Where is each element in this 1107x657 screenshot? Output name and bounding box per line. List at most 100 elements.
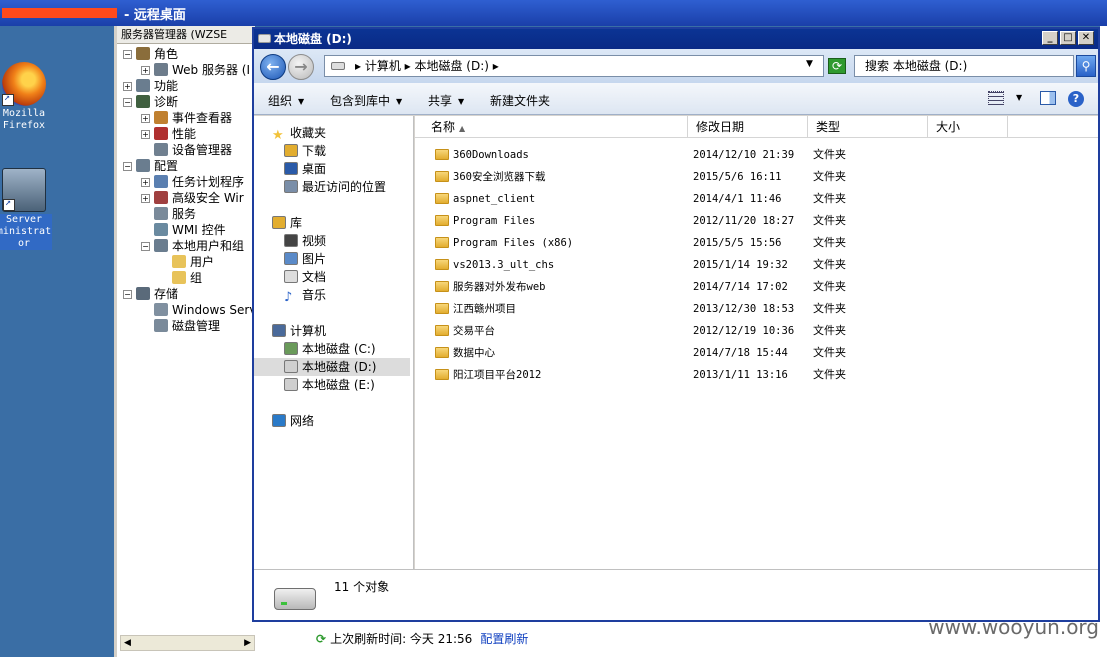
file-type: 文件夹 — [813, 368, 846, 381]
file-row[interactable]: 阳江项目平台2012 2013/1/11 13:16 文件夹 — [415, 364, 1098, 386]
nav-item-pictures[interactable]: 图片 — [284, 250, 326, 268]
remote-desktop-titlebar: - 远程桌面 — [0, 0, 1107, 26]
file-row[interactable]: Program Files 2012/11/20 18:27 文件夹 — [415, 210, 1098, 232]
tree-item[interactable]: 服务 — [141, 206, 196, 222]
nav-item-favorites[interactable]: ★ 收藏夹 — [272, 124, 326, 142]
column-size[interactable]: 大小 — [928, 116, 1008, 138]
help-icon[interactable]: ? — [1068, 91, 1084, 107]
downloads-folder-icon — [284, 144, 298, 157]
minimize-button[interactable]: _ — [1042, 31, 1058, 45]
explorer-titlebar[interactable]: 本地磁盘 (D:) _ □ ✕ — [254, 29, 1098, 49]
tree-item[interactable]: 组 — [159, 270, 202, 286]
folder-icon — [435, 281, 449, 292]
nav-item-label: 视频 — [302, 234, 327, 248]
back-button[interactable]: ← — [260, 54, 286, 80]
file-row[interactable]: 交易平台 2012/12/19 10:36 文件夹 — [415, 320, 1098, 342]
preview-pane-icon[interactable] — [1040, 91, 1056, 105]
collapse-icon[interactable]: − — [123, 162, 132, 171]
address-dropdown-icon[interactable]: ▼ — [806, 59, 813, 69]
file-name: 360Downloads — [453, 149, 529, 161]
file-row[interactable]: vs2013.3_ult_chs 2015/1/14 19:32 文件夹 — [415, 254, 1098, 276]
collapse-icon[interactable]: − — [141, 242, 150, 251]
column-type[interactable]: 类型 — [808, 116, 928, 138]
tree-item[interactable]: + 功能 — [123, 78, 178, 94]
new-folder-button[interactable]: 新建文件夹 — [490, 92, 550, 109]
organize-menu[interactable]: 组织 ▼ — [268, 92, 304, 109]
address-bar[interactable]: ▸ 计算机 ▸ 本地磁盘 (D:) ▸ — [324, 55, 824, 77]
tree-item[interactable]: 磁盘管理 — [141, 318, 220, 334]
file-row[interactable]: aspnet_client 2014/4/1 11:46 文件夹 — [415, 188, 1098, 210]
nav-item-drive-c[interactable]: 本地磁盘 (C:) — [284, 340, 376, 358]
desktop-icon-firefox[interactable]: Mozilla Firefox — [0, 62, 52, 132]
tree-item[interactable]: − 本地用户和组 — [141, 238, 244, 254]
file-row[interactable]: 服务器对外发布web 2014/7/14 17:02 文件夹 — [415, 276, 1098, 298]
nav-item-computer[interactable]: 计算机 — [272, 322, 326, 340]
tree-node-icon — [154, 207, 168, 220]
column-name[interactable]: 名称 ▲ — [415, 116, 688, 138]
tree-item[interactable]: + Web 服务器 (I — [141, 62, 250, 78]
scroll-left-icon[interactable]: ◀ — [124, 638, 131, 648]
column-date[interactable]: 修改日期 — [688, 116, 808, 138]
tree-item[interactable]: 用户 — [159, 254, 214, 270]
expand-icon[interactable]: + — [141, 130, 150, 139]
collapse-icon[interactable]: − — [123, 50, 132, 59]
explorer-window: 本地磁盘 (D:) _ □ ✕ ← → ▸ 计算机 ▸ 本地磁盘 (D:) ▸ … — [252, 27, 1100, 622]
view-options-icon[interactable] — [988, 91, 1004, 105]
expand-icon[interactable]: + — [141, 178, 150, 187]
share-menu[interactable]: 共享 ▼ — [428, 92, 464, 109]
tree-item[interactable]: − 存储 — [123, 286, 178, 302]
tree-item[interactable]: 设备管理器 — [141, 142, 232, 158]
collapse-icon[interactable]: − — [123, 98, 132, 107]
tree-item[interactable]: + 任务计划程序 — [141, 174, 244, 190]
nav-item-network[interactable]: 网络 — [272, 412, 314, 430]
expand-icon[interactable]: + — [141, 194, 150, 203]
tree-node-icon — [154, 175, 168, 188]
nav-item-music[interactable]: ♪ 音乐 — [284, 286, 326, 304]
desktop-icon-server-manager[interactable]: Server ministrat or — [0, 168, 52, 250]
horizontal-scrollbar[interactable]: ◀ ▶ — [120, 635, 255, 651]
search-input[interactable]: 搜索 本地磁盘 (D:) — [854, 55, 1074, 77]
include-in-library-menu[interactable]: 包含到库中 ▼ — [330, 92, 402, 109]
tree-item[interactable]: − 诊断 — [123, 94, 178, 110]
nav-item-downloads[interactable]: 下载 — [284, 142, 326, 160]
file-row[interactable]: 360Downloads 2014/12/10 21:39 文件夹 — [415, 144, 1098, 166]
file-name: vs2013.3_ult_chs — [453, 259, 555, 271]
tree-item[interactable]: Windows Serv — [141, 302, 256, 318]
server-manager-root[interactable]: 服务器管理器 (WZSE — [117, 26, 255, 44]
tree-node-icon — [154, 223, 168, 236]
scroll-right-icon[interactable]: ▶ — [244, 638, 251, 648]
background-window-edge — [1100, 26, 1107, 657]
file-row[interactable]: Program Files (x86) 2015/5/5 15:56 文件夹 — [415, 232, 1098, 254]
refresh-button[interactable]: ⟳ — [828, 58, 846, 74]
tree-node-icon — [136, 47, 150, 60]
file-row[interactable]: 360安全浏览器下载 2015/5/6 16:11 文件夹 — [415, 166, 1098, 188]
favorites-star-icon: ★ — [272, 128, 284, 143]
nav-item-videos[interactable]: 视频 — [284, 232, 326, 250]
tree-item[interactable]: + 性能 — [141, 126, 196, 142]
view-dropdown-icon[interactable]: ▼ — [1016, 93, 1022, 102]
nav-item-recent[interactable]: 最近访问的位置 — [284, 178, 386, 196]
tree-item[interactable]: + 事件查看器 — [141, 110, 232, 126]
maximize-button[interactable]: □ — [1060, 31, 1076, 45]
nav-item-libraries[interactable]: 库 — [272, 214, 302, 232]
window-title: 本地磁盘 (D:) — [274, 32, 352, 46]
collapse-icon[interactable]: − — [123, 290, 132, 299]
tree-item[interactable]: − 角色 — [123, 46, 178, 62]
file-row[interactable]: 江西赣州项目 2013/12/30 18:53 文件夹 — [415, 298, 1098, 320]
tree-item[interactable]: − 配置 — [123, 158, 178, 174]
tree-item[interactable]: WMI 控件 — [141, 222, 226, 238]
nav-item-drive-d[interactable]: 本地磁盘 (D:) — [254, 358, 410, 376]
nav-item-documents[interactable]: 文档 — [284, 268, 326, 286]
tree-item[interactable]: + 高级安全 Wir — [141, 190, 244, 206]
nav-item-drive-e[interactable]: 本地磁盘 (E:) — [284, 376, 375, 394]
close-button[interactable]: ✕ — [1078, 31, 1094, 45]
file-row[interactable]: 数据中心 2014/7/18 15:44 文件夹 — [415, 342, 1098, 364]
nav-item-desktop[interactable]: 桌面 — [284, 160, 326, 178]
expand-icon[interactable]: + — [141, 114, 150, 123]
forward-button[interactable]: → — [288, 54, 314, 80]
expand-icon[interactable]: + — [123, 82, 132, 91]
item-count: 11 个对象 — [334, 580, 390, 594]
expand-icon[interactable]: + — [141, 66, 150, 75]
search-icon[interactable]: ⚲ — [1076, 55, 1096, 77]
configure-refresh-link[interactable]: 配置刷新 — [480, 632, 528, 646]
